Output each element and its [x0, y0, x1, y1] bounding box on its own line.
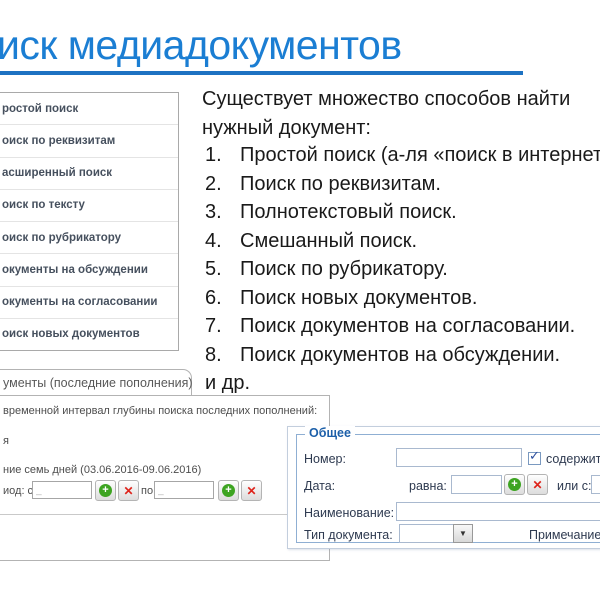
menu-item-rubricator-search[interactable]: оиск по рубрикатору [0, 222, 178, 254]
list-item-number: 5. [205, 258, 240, 281]
search-menu: ростой поиск оиск по реквизитам асширенн… [0, 92, 179, 351]
period-to-input[interactable] [154, 481, 214, 499]
period-from-input[interactable] [32, 481, 92, 499]
chevron-down-icon: ▼ [459, 529, 467, 538]
general-legend: Общее [305, 426, 355, 440]
list-item-text: Простой поиск (а-ля «поиск в интернете»)… [240, 144, 600, 167]
general-panel: Общее Номер: ✓ содержит Дата: равна: + ✕… [287, 426, 600, 549]
panel-divider [0, 514, 329, 515]
contains-checkbox[interactable]: ✓ [528, 452, 541, 465]
list-item-number: 2. [205, 173, 240, 196]
list-item-text: Поиск документов на согласовании. [240, 315, 575, 338]
doc-type-dropdown-button[interactable]: ▼ [453, 524, 473, 543]
number-input[interactable] [396, 448, 522, 467]
list-item-number: 6. [205, 287, 240, 310]
period-from-clear-button[interactable]: ✕ [118, 480, 139, 501]
page-title: иск медиадокументов [0, 22, 402, 69]
name-input[interactable] [396, 502, 600, 521]
depth-interval-prompt: временной интервал глубины поиска послед… [3, 405, 317, 417]
list-item: 3. Полнотекстовый поиск. [205, 201, 600, 230]
close-icon: ✕ [532, 479, 542, 491]
period-to-calendar-button[interactable]: + [218, 480, 239, 501]
list-footer: и др. [205, 372, 250, 395]
slide: иск медиадокументов ростой поиск оиск по… [0, 0, 600, 600]
intro-line-1: Существует множество способов найти [202, 85, 570, 114]
list-item: 1. Простой поиск (а-ля «поиск в интернет… [205, 144, 600, 173]
name-label: Наименование: [304, 506, 394, 520]
period-from-calendar-button[interactable]: + [95, 480, 116, 501]
date-or-from-label: или с: [557, 479, 591, 493]
list-item: 4. Смешанный поиск. [205, 230, 600, 259]
list-item-number: 7. [205, 315, 240, 338]
date-calendar-button[interactable]: + [504, 474, 525, 495]
menu-item-text-search[interactable]: оиск по тексту [0, 190, 178, 222]
recent-docs-tab[interactable]: ументы (последние пополнения) [0, 369, 192, 395]
menu-item-search-by-attributes[interactable]: оиск по реквизитам [0, 125, 178, 157]
list-item-number: 8. [205, 344, 240, 367]
close-icon: ✕ [246, 485, 256, 497]
list-item-text: Поиск по реквизитам. [240, 173, 441, 196]
date-equals-input[interactable] [451, 475, 502, 494]
list-item-text: Полнотекстовый поиск. [240, 201, 457, 224]
intro-line-2: нужный документ: [202, 114, 570, 143]
intro-paragraph: Существует множество способов найти нужн… [202, 85, 570, 142]
checkmark-icon: ✓ [529, 448, 540, 464]
list-item-number: 3. [205, 201, 240, 224]
period-from-label: иод: с [3, 485, 33, 497]
list-item-text: Поиск новых документов. [240, 287, 477, 310]
doc-type-select[interactable] [399, 524, 454, 543]
period-to-clear-button[interactable]: ✕ [241, 480, 262, 501]
date-label: Дата: [304, 479, 335, 493]
plus-icon: + [508, 478, 521, 491]
title-underline [0, 71, 523, 75]
list-item: 5. Поиск по рубрикатору. [205, 258, 600, 287]
menu-item-docs-under-approval[interactable]: окументы на согласовании [0, 287, 178, 319]
list-item: 8. Поиск документов на обсуждении. [205, 344, 600, 373]
list-item-text: Поиск по рубрикатору. [240, 258, 448, 281]
list-item: 7. Поиск документов на согласовании. [205, 315, 600, 344]
menu-item-advanced-search[interactable]: асширенный поиск [0, 158, 178, 190]
close-icon: ✕ [123, 485, 133, 497]
menu-item-simple-search[interactable]: ростой поиск [0, 93, 178, 125]
date-clear-button[interactable]: ✕ [527, 474, 548, 495]
date-from-input[interactable] [591, 475, 600, 494]
contains-label: содержит [546, 452, 600, 466]
option-text-fragment: я [3, 435, 9, 447]
search-methods-list: 1. Простой поиск (а-ля «поиск в интернет… [205, 144, 600, 372]
date-equals-label: равна: [409, 479, 447, 493]
list-item: 6. Поиск новых документов. [205, 287, 600, 316]
list-item: 2. Поиск по реквизитам. [205, 173, 600, 202]
list-item-number: 4. [205, 230, 240, 253]
list-item-text: Поиск документов на обсуждении. [240, 344, 560, 367]
menu-item-docs-under-discussion[interactable]: окументы на обсуждении [0, 254, 178, 286]
list-item-number: 1. [205, 144, 240, 167]
doc-type-label: Тип документа: [304, 528, 393, 542]
plus-icon: + [222, 484, 235, 497]
seven-days-option-label: ние семь дней (03.06.2016-09.06.2016) [3, 464, 201, 476]
list-item-text: Смешанный поиск. [240, 230, 417, 253]
note-label: Примечание: [529, 528, 600, 542]
plus-icon: + [99, 484, 112, 497]
menu-item-new-docs-search[interactable]: оиск новых документов [0, 319, 178, 350]
period-to-label: по [141, 485, 153, 497]
number-label: Номер: [304, 452, 346, 466]
recent-docs-panel: временной интервал глубины поиска послед… [0, 395, 330, 561]
